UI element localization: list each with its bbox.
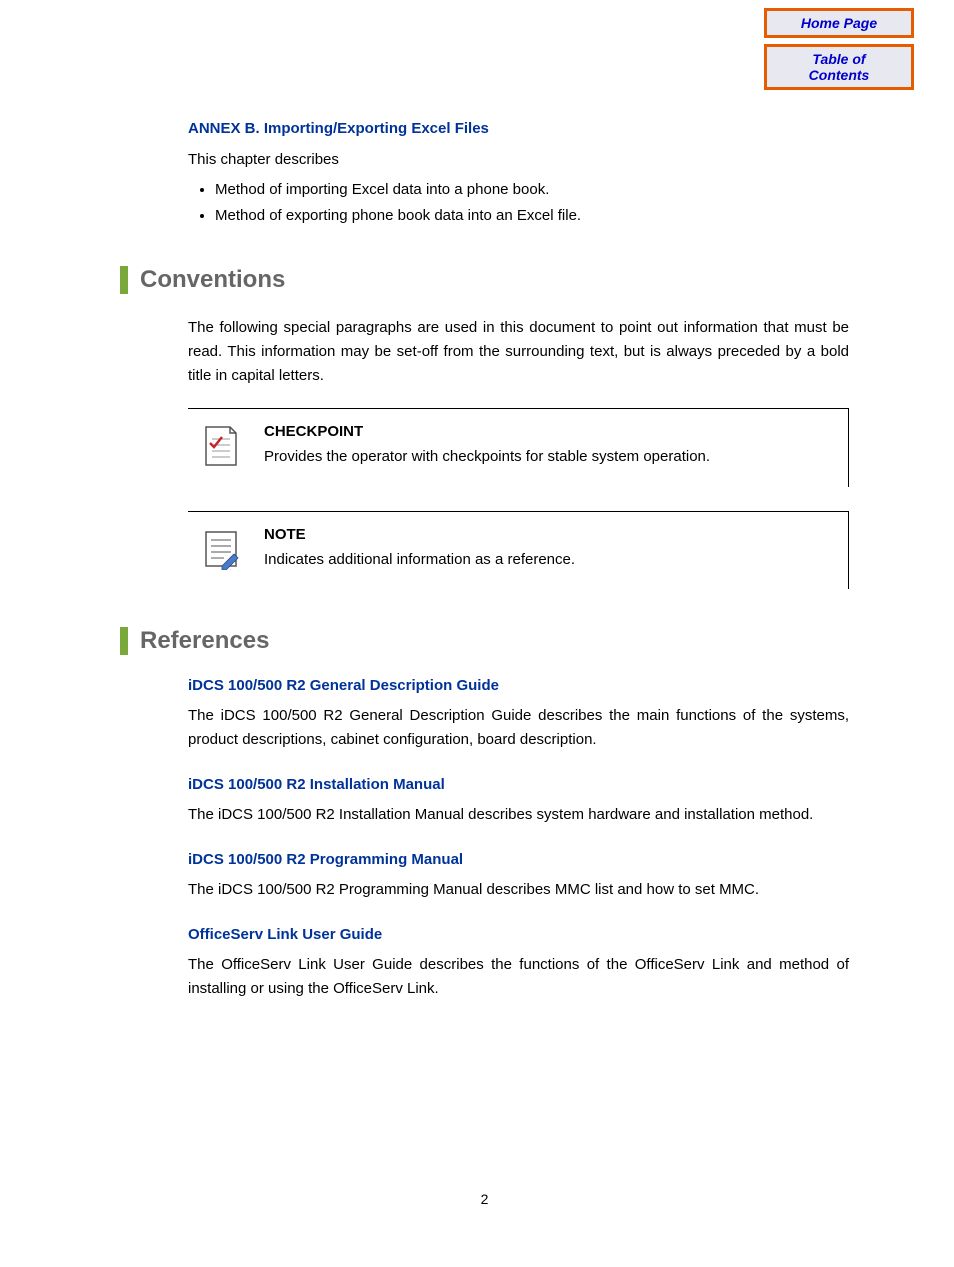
toc-button[interactable]: Table of Contents [764,44,914,90]
annex-bullets: Method of importing Excel data into a ph… [195,178,849,228]
callout-text: Provides the operator with checkpoints f… [264,446,834,469]
ref-text: The OfficeServ Link User Guide describes… [188,953,849,1001]
ref-text: The iDCS 100/500 R2 Programming Manual d… [188,878,849,902]
section-bar-icon [120,266,128,294]
note-callout: NOTE Indicates additional information as… [188,511,849,590]
checkpoint-callout: CHECKPOINT Provides the operator with ch… [188,408,849,487]
ref-link[interactable]: OfficeServ Link User Guide [188,926,849,943]
references-heading: References [120,627,849,655]
section-title: Conventions [140,266,285,294]
page-content: ANNEX B. Importing/Exporting Excel Files… [0,0,954,1267]
reference-item: OfficeServ Link User Guide The OfficeSer… [188,926,849,1001]
callout-title: CHECKPOINT [264,423,834,440]
list-item: Method of importing Excel data into a ph… [215,178,849,202]
note-icon [202,528,240,570]
ref-text: The iDCS 100/500 R2 General Description … [188,704,849,752]
conventions-heading: Conventions [120,266,849,294]
section-title: References [140,627,269,655]
conventions-paragraph: The following special paragraphs are use… [188,316,849,388]
ref-link[interactable]: iDCS 100/500 R2 Installation Manual [188,776,849,793]
ref-link[interactable]: iDCS 100/500 R2 General Description Guid… [188,677,849,694]
annex-intro: This chapter describes [188,151,849,168]
reference-item: iDCS 100/500 R2 General Description Guid… [188,677,849,752]
home-page-button[interactable]: Home Page [764,8,914,38]
ref-link[interactable]: iDCS 100/500 R2 Programming Manual [188,851,849,868]
reference-item: iDCS 100/500 R2 Programming Manual The i… [188,851,849,902]
page-number: 2 [120,1191,849,1207]
ref-text: The iDCS 100/500 R2 Installation Manual … [188,803,849,827]
callout-text: Indicates additional information as a re… [264,549,834,572]
list-item: Method of exporting phone book data into… [215,204,849,228]
checkpoint-icon [202,425,240,467]
reference-item: iDCS 100/500 R2 Installation Manual The … [188,776,849,827]
section-bar-icon [120,627,128,655]
annex-b-link[interactable]: ANNEX B. Importing/Exporting Excel Files [188,120,849,137]
callout-title: NOTE [264,526,834,543]
